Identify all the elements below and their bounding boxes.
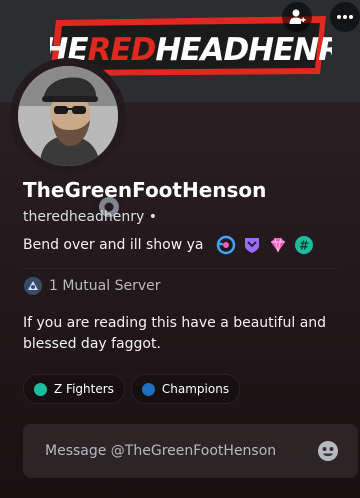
avatar[interactable] — [18, 66, 118, 166]
username[interactable]: theredheadhenry — [23, 209, 144, 225]
message-box — [23, 423, 358, 479]
server-icon — [24, 277, 42, 295]
gem-badge-icon[interactable] — [268, 235, 288, 255]
role-color-dot — [34, 382, 47, 396]
role-label: Z Fighters — [54, 382, 114, 396]
avatar-photo — [18, 66, 118, 166]
role-color-dot — [141, 382, 155, 396]
hypesquad-badge-icon[interactable] — [216, 235, 236, 255]
badge-list: # — [216, 235, 314, 255]
role-label: Champions — [161, 382, 230, 396]
more-dots-icon — [337, 15, 353, 19]
username-separator: • — [148, 209, 157, 225]
mutual-servers-link[interactable]: 1 Mutual Server — [23, 275, 161, 297]
role-chip[interactable]: Champions — [130, 374, 241, 404]
section-divider — [23, 268, 337, 269]
hashtag-badge-icon[interactable]: # — [294, 235, 314, 255]
emoji-icon — [318, 441, 338, 461]
message-input[interactable] — [43, 423, 316, 479]
custom-status-row: Bend over and ill show ya # — [23, 233, 314, 257]
roles-list: Z Fighters Champions — [23, 374, 241, 404]
more-options-button[interactable] — [330, 2, 360, 32]
add-friend-button[interactable] — [282, 2, 312, 32]
mutual-servers-label: 1 Mutual Server — [49, 278, 161, 294]
shield-badge-icon[interactable] — [242, 235, 262, 255]
custom-status: Bend over and ill show ya — [23, 237, 204, 253]
add-friend-icon — [289, 9, 306, 24]
avatar-frame — [10, 58, 126, 222]
display-name: TheGreenFootHenson — [23, 178, 267, 202]
username-row: theredheadhenry • — [23, 209, 157, 225]
svg-text:#: # — [298, 239, 308, 253]
bio-text: If you are reading this have a beautiful… — [23, 315, 327, 352]
role-chip[interactable]: Z Fighters — [23, 374, 125, 404]
emoji-button[interactable] — [316, 439, 340, 463]
